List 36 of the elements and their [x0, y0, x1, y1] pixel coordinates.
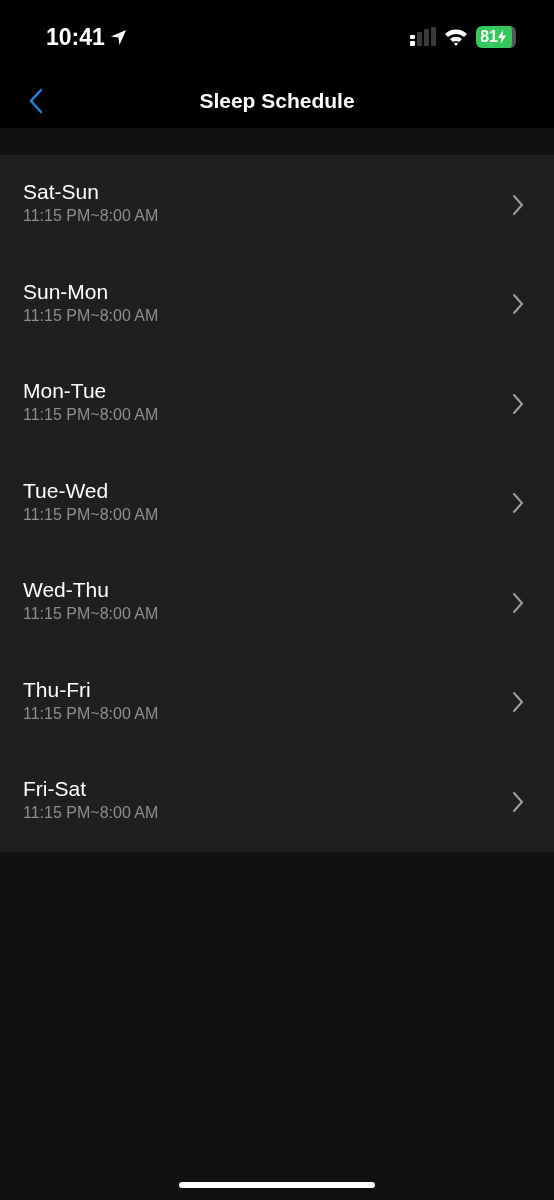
- chevron-right-icon: [512, 392, 524, 415]
- chevron-right-icon: [512, 691, 524, 714]
- schedule-row[interactable]: Wed-Thu 11:15 PM~8:00 AM: [0, 553, 554, 653]
- schedule-row[interactable]: Thu-Fri 11:15 PM~8:00 AM: [0, 652, 554, 752]
- schedule-days: Tue-Wed: [23, 478, 159, 503]
- schedule-time: 11:15 PM~8:00 AM: [23, 804, 159, 823]
- schedule-time: 11:15 PM~8:00 AM: [23, 605, 159, 624]
- schedule-row[interactable]: Sat-Sun 11:15 PM~8:00 AM: [0, 155, 554, 255]
- schedule-days: Sat-Sun: [23, 180, 159, 205]
- screen-title: Sleep Schedule: [199, 89, 355, 113]
- wifi-icon: [444, 28, 469, 46]
- chevron-right-icon: [512, 790, 524, 813]
- signal-icon: [410, 27, 437, 47]
- schedule-time: 11:15 PM~8:00 AM: [23, 207, 159, 226]
- schedule-time: 11:15 PM~8:00 AM: [23, 406, 159, 425]
- back-chevron-icon: [28, 88, 44, 114]
- battery-level: 81: [480, 28, 498, 46]
- schedule-row[interactable]: Mon-Tue 11:15 PM~8:00 AM: [0, 354, 554, 454]
- schedule-days: Sun-Mon: [23, 279, 159, 304]
- charging-bolt-icon: [498, 30, 506, 44]
- chevron-right-icon: [512, 293, 524, 316]
- chevron-right-icon: [512, 492, 524, 515]
- location-arrow-icon: [108, 27, 128, 47]
- chevron-right-icon: [512, 193, 524, 216]
- schedule-days: Fri-Sat: [23, 777, 159, 802]
- schedule-time: 11:15 PM~8:00 AM: [23, 704, 159, 723]
- chevron-right-icon: [512, 591, 524, 614]
- schedule-time: 11:15 PM~8:00 AM: [23, 306, 159, 325]
- schedule-time: 11:15 PM~8:00 AM: [23, 505, 159, 524]
- schedule-row[interactable]: Fri-Sat 11:15 PM~8:00 AM: [0, 752, 554, 852]
- schedule-row[interactable]: Tue-Wed 11:15 PM~8:00 AM: [0, 453, 554, 553]
- schedule-row[interactable]: Sun-Mon 11:15 PM~8:00 AM: [0, 254, 554, 354]
- schedule-days: Mon-Tue: [23, 379, 159, 404]
- schedule-days: Thu-Fri: [23, 677, 159, 702]
- schedule-days: Wed-Thu: [23, 578, 159, 603]
- status-time: 10:41: [46, 23, 105, 51]
